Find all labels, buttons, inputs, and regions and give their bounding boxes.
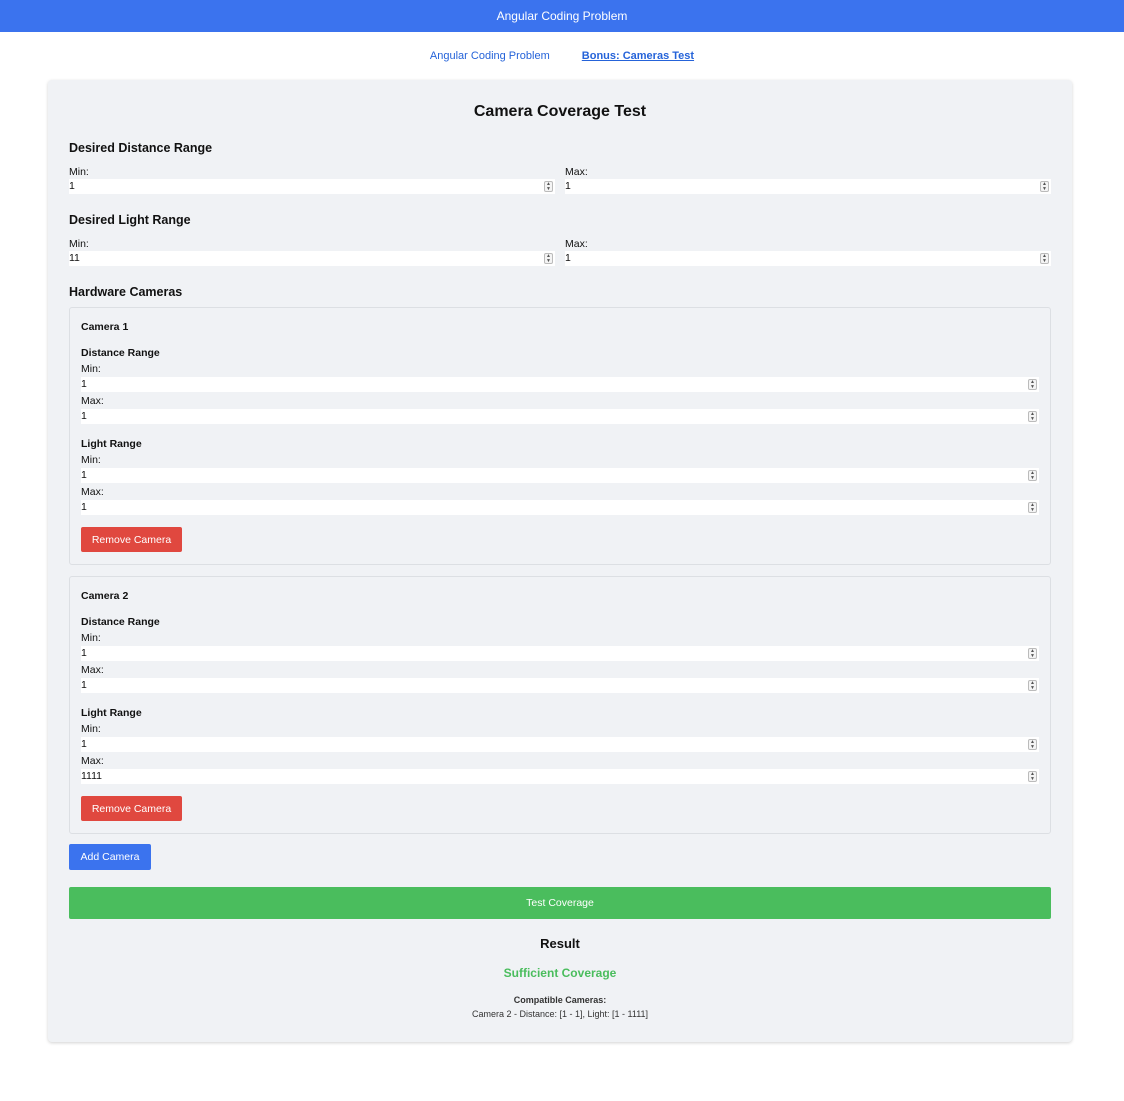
camera-distance-min-input[interactable]: 1 ▲ ▼ <box>81 377 1039 392</box>
camera-distance-max-input[interactable]: 1 ▲ ▼ <box>81 409 1039 424</box>
camera-light-min-value: 1 <box>81 469 87 481</box>
camera-coverage-panel: Camera Coverage Test Desired Distance Ra… <box>48 80 1072 1042</box>
desired-distance-max-value: 1 <box>565 180 571 192</box>
desired-light-heading: Desired Light Range <box>69 213 191 227</box>
camera-distance-max-input[interactable]: 1 ▲ ▼ <box>81 678 1039 693</box>
spinner-icon[interactable]: ▲ ▼ <box>1028 379 1037 390</box>
remove-camera-button[interactable]: Remove Camera <box>81 796 182 821</box>
compatible-camera-item: Camera 2 - Distance: [1 - 1], Light: [1 … <box>471 1009 649 1019</box>
nav-link-coding-problem[interactable]: Angular Coding Problem <box>430 50 550 62</box>
spinner-icon[interactable]: ▲ ▼ <box>544 181 553 192</box>
distance-min-label: Min: <box>81 632 101 644</box>
light-range-heading: Light Range <box>81 707 142 719</box>
distance-range-heading: Distance Range <box>81 347 160 359</box>
nav-bar: Angular Coding Problem Bonus: Cameras Te… <box>0 32 1124 80</box>
distance-max-label: Max: <box>81 395 104 407</box>
camera-light-max-input[interactable]: 1111 ▲ ▼ <box>81 769 1039 784</box>
camera-light-max-value: 1111 <box>81 770 103 782</box>
camera-title: Camera 1 <box>81 321 129 333</box>
camera-distance-min-value: 1 <box>81 378 87 390</box>
light-range-heading: Light Range <box>81 438 142 450</box>
hardware-cameras-heading: Hardware Cameras <box>69 285 183 299</box>
distance-min-label: Min: <box>81 363 101 375</box>
camera-light-min-input[interactable]: 1 ▲ ▼ <box>81 737 1039 752</box>
camera-card-2: Camera 2 Distance Range Min: 1 ▲ ▼ Max: 1… <box>69 576 1051 834</box>
light-max-label: Max: <box>81 755 104 767</box>
camera-title: Camera 2 <box>81 590 129 602</box>
spinner-icon[interactable]: ▲ ▼ <box>1040 253 1049 264</box>
camera-distance-max-value: 1 <box>81 410 87 422</box>
desired-light-max-input[interactable]: 1 ▲ ▼ <box>565 251 1051 266</box>
spinner-icon[interactable]: ▲ ▼ <box>1028 739 1037 750</box>
spinner-icon[interactable]: ▲ ▼ <box>1028 470 1037 481</box>
desired-distance-min-value: 1 <box>69 180 75 192</box>
camera-distance-min-value: 1 <box>81 647 87 659</box>
app-title: Angular Coding Problem <box>496 9 628 23</box>
desired-distance-min-label: Min: <box>69 166 89 178</box>
camera-light-min-value: 1 <box>81 738 87 750</box>
result-heading: Result <box>540 936 580 951</box>
result-status: Sufficient Coverage <box>503 966 617 980</box>
desired-distance-heading: Desired Distance Range <box>69 141 213 155</box>
desired-light-max-value: 1 <box>565 252 571 264</box>
camera-light-max-value: 1 <box>81 501 87 513</box>
distance-max-label: Max: <box>81 664 104 676</box>
spinner-icon[interactable]: ▲ ▼ <box>1028 771 1037 782</box>
desired-distance-max-label: Max: <box>565 166 588 178</box>
spinner-icon[interactable]: ▲ ▼ <box>544 253 553 264</box>
desired-distance-min-input[interactable]: 1 ▲ ▼ <box>69 179 555 194</box>
compatible-cameras-label: Compatible Cameras: <box>513 995 607 1005</box>
desired-distance-max-input[interactable]: 1 ▲ ▼ <box>565 179 1051 194</box>
light-min-label: Min: <box>81 723 101 735</box>
desired-light-min-input[interactable]: 11 ▲ ▼ <box>69 251 555 266</box>
page-title: Camera Coverage Test <box>473 103 647 120</box>
spinner-icon[interactable]: ▲ ▼ <box>1028 680 1037 691</box>
spinner-icon[interactable]: ▲ ▼ <box>1028 411 1037 422</box>
light-min-label: Min: <box>81 454 101 466</box>
camera-light-max-input[interactable]: 1 ▲ ▼ <box>81 500 1039 515</box>
camera-distance-max-value: 1 <box>81 679 87 691</box>
spinner-icon[interactable]: ▲ ▼ <box>1040 181 1049 192</box>
spinner-icon[interactable]: ▲ ▼ <box>1028 502 1037 513</box>
distance-range-heading: Distance Range <box>81 616 160 628</box>
remove-camera-button[interactable]: Remove Camera <box>81 527 182 552</box>
spinner-icon[interactable]: ▲ ▼ <box>1028 648 1037 659</box>
add-camera-button[interactable]: Add Camera <box>69 844 151 870</box>
test-coverage-button[interactable]: Test Coverage <box>69 887 1051 919</box>
camera-card-1: Camera 1 Distance Range Min: 1 ▲ ▼ Max: 1… <box>69 307 1051 565</box>
desired-light-min-label: Min: <box>69 238 89 250</box>
desired-light-min-value: 11 <box>69 252 80 264</box>
top-app-bar: Angular Coding Problem <box>0 0 1124 32</box>
camera-light-min-input[interactable]: 1 ▲ ▼ <box>81 468 1039 483</box>
light-max-label: Max: <box>81 486 104 498</box>
desired-light-max-label: Max: <box>565 238 588 250</box>
nav-link-cameras-test[interactable]: Bonus: Cameras Test <box>582 50 694 62</box>
camera-distance-min-input[interactable]: 1 ▲ ▼ <box>81 646 1039 661</box>
